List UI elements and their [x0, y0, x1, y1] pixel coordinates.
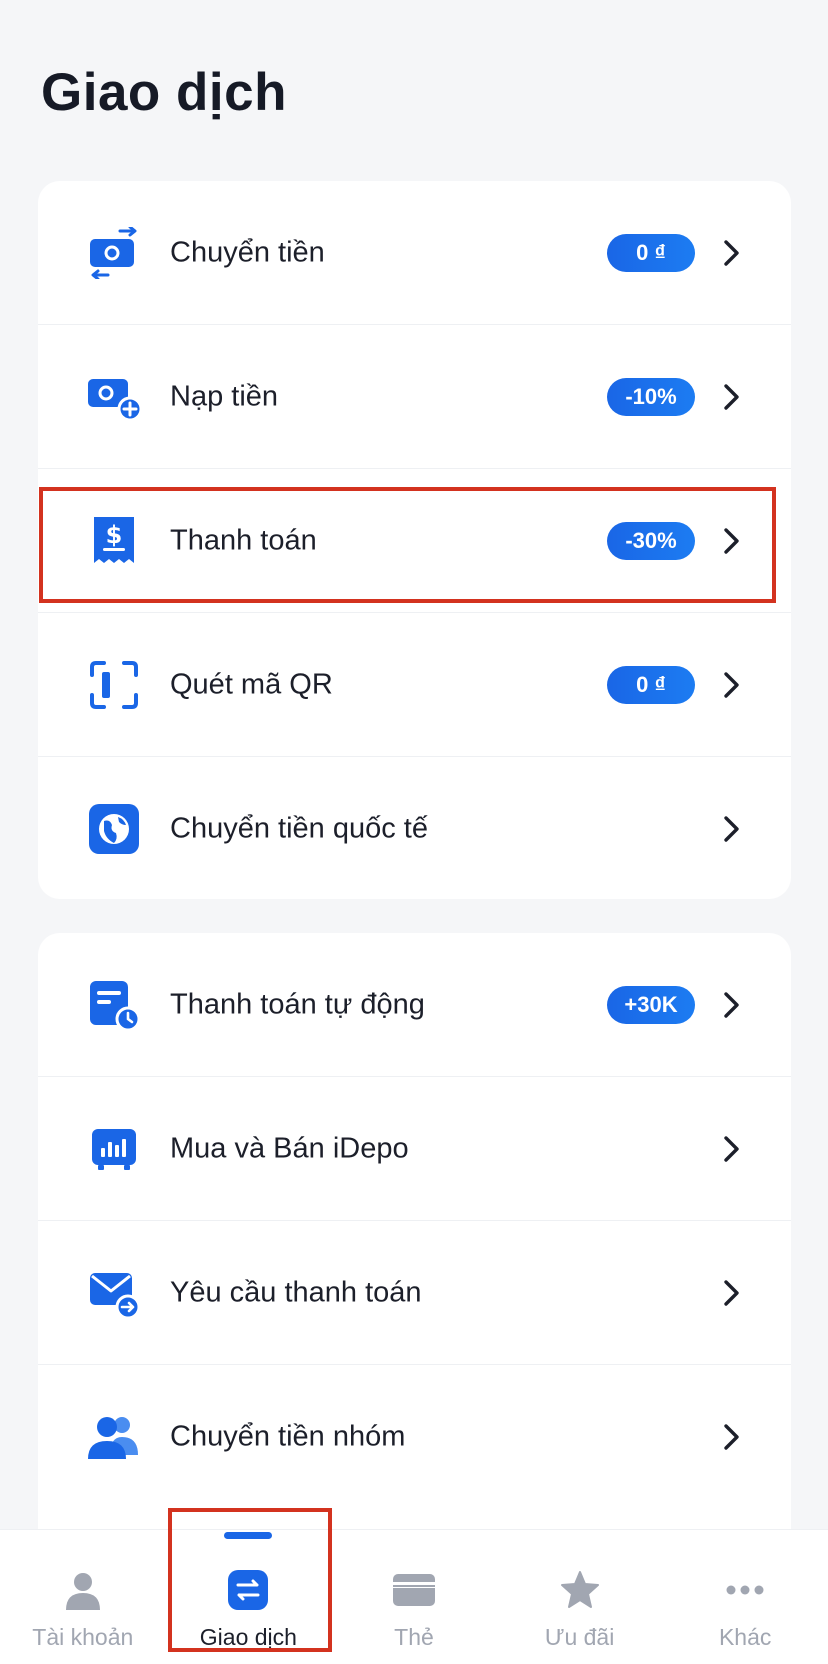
person-icon: [61, 1568, 105, 1612]
transaction-group-1: Chuyển tiền 0 ₫ Nạp tiền -10% $ Thanh to…: [38, 181, 791, 899]
more-icon: [723, 1568, 767, 1612]
chevron-right-icon: [724, 239, 739, 266]
menu-item-quet-ma-qr[interactable]: Quét mã QR 0 ₫: [38, 613, 791, 757]
menu-item-chuyen-tien[interactable]: Chuyển tiền 0 ₫: [38, 181, 791, 325]
nav-label: Ưu đãi: [544, 1624, 615, 1650]
menu-item-chuyen-tien-nhom[interactable]: Chuyển tiền nhóm: [38, 1365, 791, 1509]
menu-item-mua-ban-idepo[interactable]: Mua và Bán iDepo: [38, 1077, 791, 1221]
star-icon: [558, 1568, 602, 1612]
chevron-right-icon: [724, 527, 739, 554]
money-transfer-icon: [88, 226, 140, 279]
nav-label: Giao dịch: [199, 1624, 297, 1650]
promo-badge: 0 ₫: [607, 665, 695, 704]
svg-text:$: $: [106, 521, 123, 549]
active-tab-indicator: [224, 1532, 273, 1539]
chevron-right-icon: [724, 671, 739, 698]
chevron-right-icon: [724, 816, 739, 842]
menu-item-label: Thanh toán: [170, 524, 317, 556]
nav-item-giao-dich[interactable]: Giao dịch: [166, 1530, 332, 1664]
menu-item-label: Chuyển tiền: [170, 236, 325, 268]
chevron-right-icon: [724, 1135, 739, 1162]
menu-item-label: Quét mã QR: [170, 668, 333, 700]
promo-badge: -10%: [607, 377, 695, 416]
qr-scan-icon: [88, 659, 140, 711]
menu-item-label: Chuyển tiền nhóm: [170, 1420, 406, 1453]
idepo-icon: [88, 1123, 140, 1175]
menu-item-nap-tien[interactable]: Nạp tiền -10%: [38, 325, 791, 469]
menu-item-label: Yêu cầu thanh toán: [170, 1276, 422, 1308]
transaction-group-2: Thanh toán tự động +30K Mua và Bán iDepo: [38, 933, 791, 1573]
menu-item-label: Chuyển tiền quốc tế: [170, 812, 428, 845]
group-transfer-icon: [88, 1411, 140, 1463]
card-icon: [392, 1568, 436, 1612]
top-up-icon: [88, 371, 140, 423]
menu-item-chuyen-tien-quoc-te[interactable]: Chuyển tiền quốc tế: [38, 757, 791, 899]
bottom-nav: Tài khoản Giao dịch Thẻ Ưu đãi Khác: [0, 1530, 828, 1664]
transaction-icon: [226, 1568, 270, 1612]
menu-item-label: Nạp tiền: [170, 380, 279, 412]
chevron-right-icon: [724, 383, 739, 410]
promo-badge: -30%: [607, 521, 695, 560]
nav-label: Thẻ: [394, 1624, 434, 1650]
auto-payment-icon: [88, 979, 140, 1031]
menu-item-label: Mua và Bán iDepo: [170, 1132, 409, 1164]
promo-badge: +30K: [607, 985, 695, 1024]
menu-item-yeu-cau-thanh-toan[interactable]: Yêu cầu thanh toán: [38, 1221, 791, 1365]
chevron-right-icon: [724, 991, 739, 1018]
nav-item-tai-khoan[interactable]: Tài khoản: [0, 1530, 166, 1664]
nav-item-uu-dai[interactable]: Ưu đãi: [497, 1530, 663, 1664]
chevron-right-icon: [724, 1424, 739, 1450]
nav-label: Tài khoản: [32, 1624, 134, 1650]
payment-request-icon: [88, 1267, 140, 1319]
nav-item-khac[interactable]: Khác: [662, 1530, 828, 1664]
menu-item-thanh-toan-tu-dong[interactable]: Thanh toán tự động +30K: [38, 933, 791, 1077]
bill-payment-icon: $: [88, 515, 140, 567]
promo-badge: 0 ₫: [607, 233, 695, 272]
menu-item-thanh-toan[interactable]: $ Thanh toán -30%: [38, 469, 791, 613]
globe-icon: [88, 803, 140, 855]
nav-label: Khác: [718, 1624, 772, 1650]
menu-item-label: Thanh toán tự động: [170, 988, 425, 1020]
page-title: Giao dịch: [41, 63, 287, 122]
chevron-right-icon: [724, 1279, 739, 1306]
nav-item-the[interactable]: Thẻ: [331, 1530, 497, 1664]
